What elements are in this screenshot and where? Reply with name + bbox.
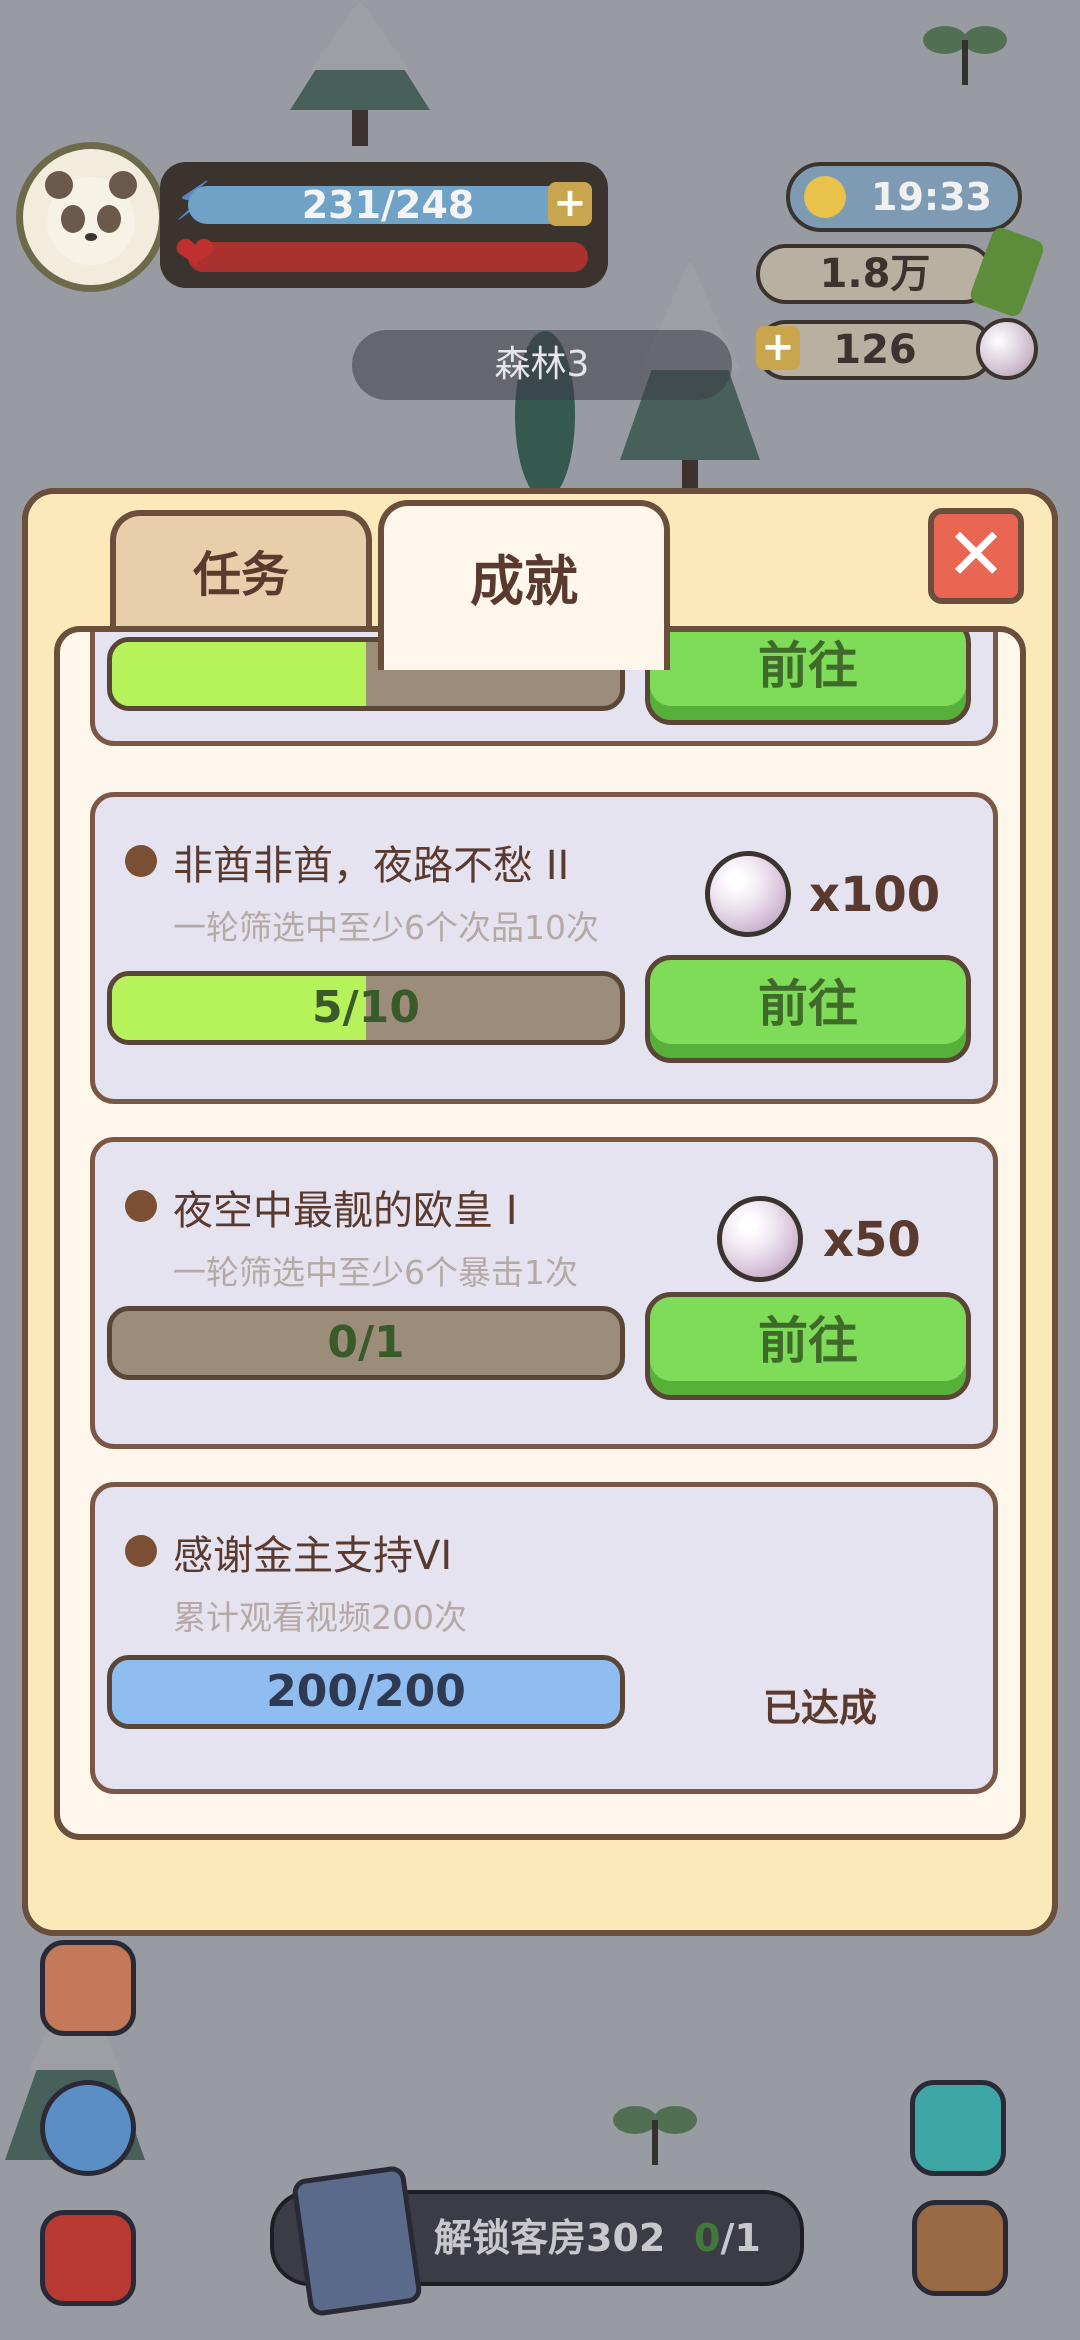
go-button[interactable]: 前往 [645,1292,971,1400]
close-button[interactable]: ✕ [928,508,1024,604]
reward-amount: x50 [823,1212,921,1268]
achievement-title: 夜空中最靓的欧皇 I [173,1188,518,1234]
achievement-list[interactable]: 前往 非酋非酋，夜路不愁 II 一轮筛选中至少6个次品10次 x100 5/10… [54,626,1026,1840]
progress-bar: 200/200 [107,1655,625,1729]
progress-text: 0/1 [327,1317,405,1368]
add-energy-button[interactable]: + [548,182,592,226]
energy-value: 231/248 [301,183,475,227]
wardrobe-button[interactable] [40,1940,136,2036]
achievement-description: 一轮筛选中至少6个次品10次 [173,908,599,947]
completed-label: 已达成 [763,1686,878,1730]
unlock-total: /1 [720,2216,761,2260]
clipboard-icon [290,2164,424,2318]
add-pearl-button[interactable]: + [756,326,800,370]
achievement-description: 一轮筛选中至少6个暴击1次 [173,1253,578,1292]
backpack-button[interactable] [40,2210,136,2306]
achievement-card: 夜空中最靓的欧皇 I 一轮筛选中至少6个暴击1次 x50 0/1 前往 [90,1137,998,1449]
unlock-current: 0 [694,2216,721,2260]
progress-text: 200/200 [266,1666,466,1717]
tab-tasks[interactable]: 任务 [110,510,372,634]
bamboo-amount: 1.8万 [819,251,931,297]
player-avatar[interactable] [16,142,166,292]
go-button[interactable]: 前往 [645,955,971,1063]
bullet-dot [125,1535,157,1567]
energy-bar: 231/248 [188,186,588,224]
game-time: 19:33 [871,175,992,219]
area-name: 森林3 [352,330,732,400]
reward-amount: x100 [809,867,941,923]
weather-time-pill: 19:33 [786,162,1022,232]
achievement-card: 非酋非酋，夜路不愁 II 一轮筛选中至少6个次品10次 x100 5/10 前往 [90,792,998,1104]
unlock-progress: 0/1 [694,2194,761,2282]
heart-icon: ❤ [174,225,216,283]
bamboo-currency[interactable]: 1.8万 [756,244,994,304]
progress-text: 5/10 [312,982,420,1033]
bullet-dot [125,1190,157,1222]
pearl-reward-icon [717,1196,803,1282]
close-x-icon: ✕ [945,512,1007,596]
achievement-description: 累计观看视频200次 [173,1598,467,1637]
pearl-amount: 126 [833,327,917,373]
panda-icon [45,171,137,265]
progress-bar: 0/1 [107,1306,625,1380]
house-button[interactable] [912,2200,1008,2296]
whistle-button[interactable] [910,2080,1006,2176]
pearl-icon [976,318,1038,380]
tab-achievements[interactable]: 成就 [378,500,670,670]
pearl-reward-icon [705,851,791,937]
bullet-dot [125,845,157,877]
progress-bar: 5/10 [107,971,625,1045]
achievement-card: 感谢金主支持VI 累计观看视频200次 200/200 已达成 [90,1482,998,1794]
progress-fill [112,642,366,706]
stats-panel: ⚡ 231/248 + ❤ [160,162,608,288]
magnifier-button[interactable] [40,2080,136,2176]
sun-icon [804,176,846,218]
achievement-title: 非酋非酋，夜路不愁 II [173,843,570,889]
achievement-title: 感谢金主支持VI [173,1533,453,1579]
go-button[interactable]: 前往 [645,632,971,725]
health-bar [188,242,588,272]
unlock-label: 解锁客房302 [434,2216,666,2260]
